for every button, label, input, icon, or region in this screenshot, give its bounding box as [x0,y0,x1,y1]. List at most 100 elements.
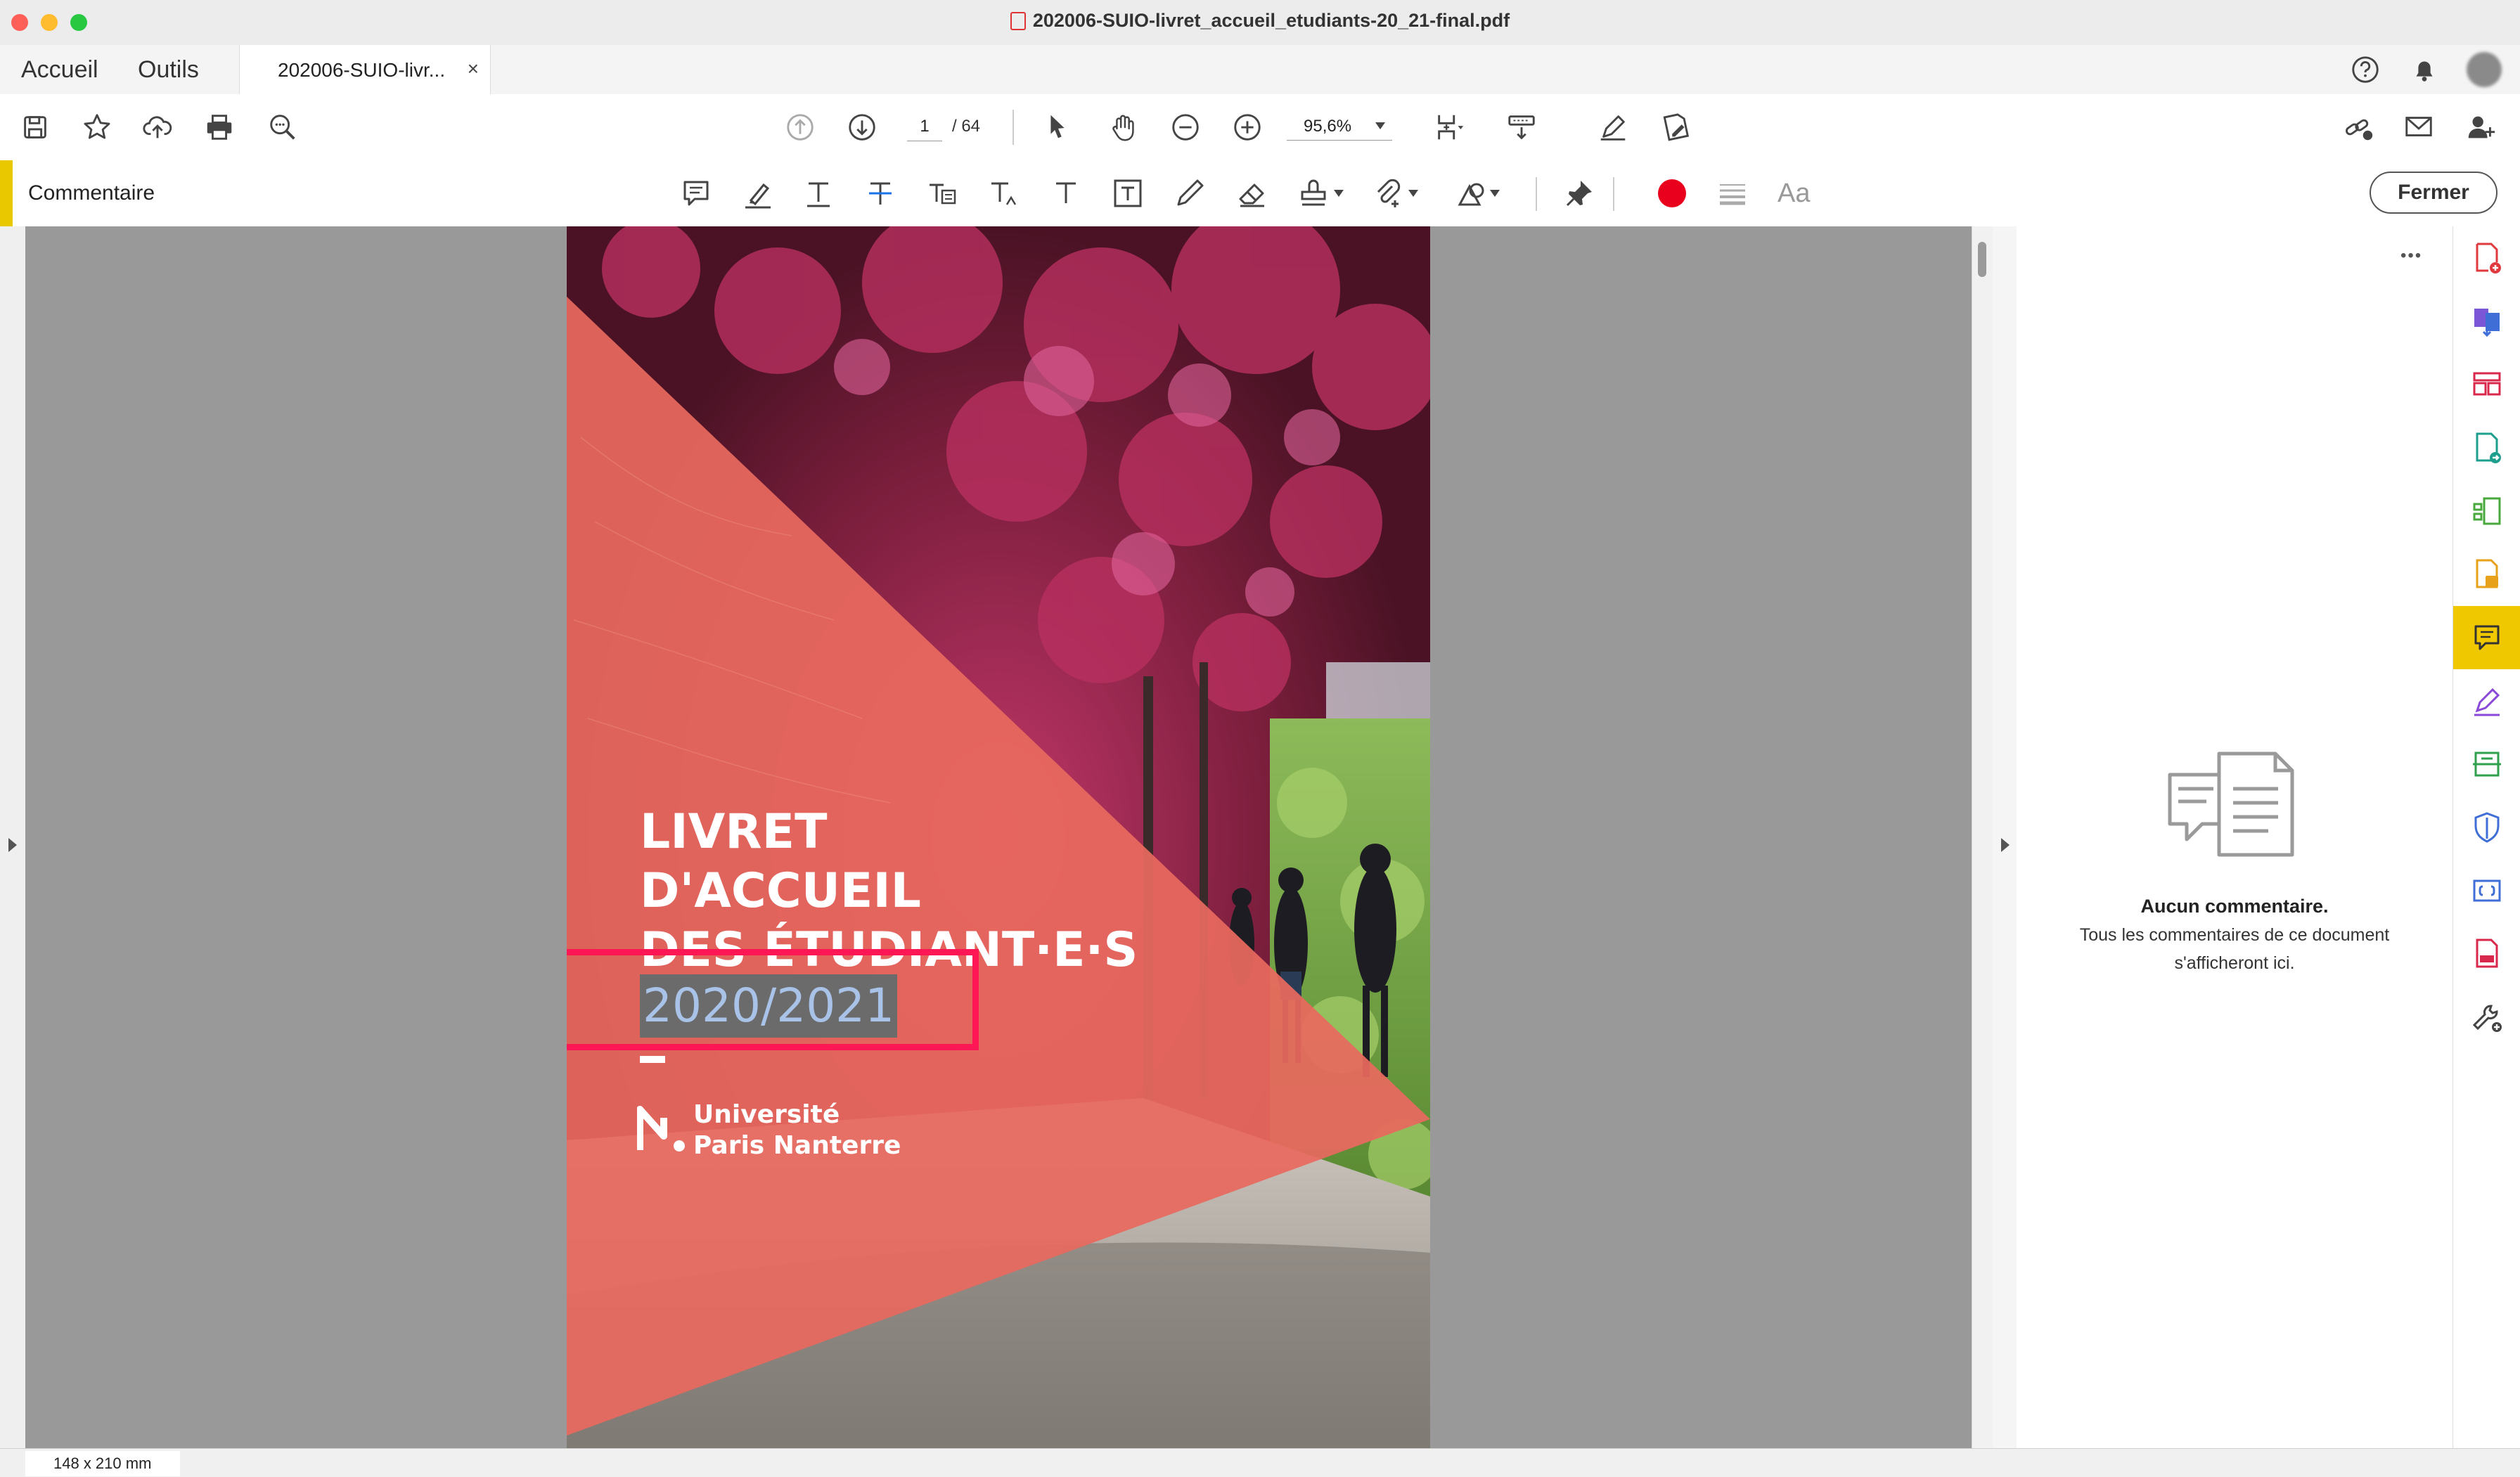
tab-document[interactable]: 202006-SUIO-livr... × [239,45,491,95]
print-icon[interactable] [200,108,239,147]
pdf-file-icon [1010,12,1026,30]
chevron-down-icon [1375,122,1385,129]
protect-icon[interactable] [2453,796,2520,859]
insert-text-icon[interactable] [983,172,1025,214]
tab-tools[interactable]: Outils [138,45,199,94]
zoom-value: 95,6% [1304,117,1352,136]
nanterre-logo-icon [636,1106,685,1152]
hand-icon[interactable] [1104,108,1143,147]
organize-pages-icon[interactable] [2453,353,2520,416]
page-up-icon[interactable] [780,108,820,147]
scrollbar-thumb[interactable] [1978,242,1986,277]
underline-text-icon[interactable] [797,172,840,214]
fit-page-icon[interactable] [1430,108,1470,147]
comment-divider [1536,177,1537,211]
comment-toolbar: Commentaire Aa Fermer [0,160,2520,227]
stamp-dropdown-icon[interactable] [1332,172,1346,214]
empty-comments-title: Aucun commentaire. [2140,896,2329,917]
edit-pdf-icon[interactable] [1657,108,1696,147]
close-tab-icon[interactable]: × [468,58,479,80]
highlight-icon[interactable] [737,172,779,214]
pencil-icon[interactable] [1169,172,1211,214]
vertical-scrollbar[interactable] [1972,226,1993,1448]
eraser-icon[interactable] [1230,172,1273,214]
attach-icon[interactable] [1367,172,1409,214]
stamp-icon[interactable] [1292,172,1335,214]
page-total: / 64 [952,117,981,136]
notifications-icon[interactable] [2405,50,2444,89]
empty-comments-line-1: Tous les commentaires de ce document [2079,925,2390,945]
comment-divider-2 [1613,177,1614,211]
font-properties-label[interactable]: Aa [1778,179,1810,209]
university-line-1: Université [693,1100,840,1129]
right-panel-toggle[interactable] [1993,226,2017,1448]
comments-panel: ••• Aucun commentaire. Tous les commenta… [2017,226,2452,1476]
combine-icon[interactable] [2453,290,2520,353]
fill-sign-icon[interactable] [2453,669,2520,733]
scan-icon[interactable] [2453,733,2520,796]
text-comment-icon[interactable] [1045,172,1087,214]
cover-dash [640,1056,665,1063]
page-number-input[interactable]: 1 [907,112,942,141]
highlight-box [567,949,979,1050]
left-panel-toggle[interactable] [0,226,26,1448]
main-toolbar [0,94,2520,161]
save-icon[interactable] [15,108,55,147]
empty-comments-line-2: s'afficheront ici. [2174,953,2295,973]
help-icon[interactable] [2346,50,2385,89]
cover-title-line-1: LIVRET [640,804,828,860]
page-size-label: 148 x 210 mm [25,1451,180,1476]
color-dot-icon[interactable] [1651,172,1693,214]
title-bar: 202006-SUIO-livret_accueil_etudiants-20_… [0,0,2520,46]
strikethrough-icon[interactable] [859,172,901,214]
zoom-select[interactable]: 95,6% [1287,112,1392,141]
line-weight-icon[interactable] [1711,172,1754,214]
edit-doc-icon[interactable] [2453,543,2520,606]
collapse-right-icon[interactable] [2001,838,2010,852]
tab-document-label: 202006-SUIO-livr... [278,59,446,81]
sign-icon[interactable] [1593,108,1633,147]
star-icon[interactable] [77,108,117,147]
scroll-mode-icon[interactable] [1502,108,1541,147]
text-box-icon[interactable] [1107,172,1149,214]
shapes-dropdown-icon[interactable] [1488,172,1502,214]
create-pdf-icon[interactable] [2453,226,2520,290]
university-line-2: Paris Nanterre [693,1131,901,1160]
avatar[interactable] [2467,52,2502,87]
mail-icon[interactable] [2399,108,2438,147]
redact-icon[interactable] [2453,859,2520,922]
tools-rail [2452,226,2520,1476]
add-user-icon[interactable] [2461,108,2500,147]
attach-dropdown-icon[interactable] [1406,172,1420,214]
university-name: Université Paris Nanterre [693,1099,901,1161]
tab-home[interactable]: Accueil [21,45,98,94]
export-pdf-icon[interactable] [2453,416,2520,479]
shapes-icon[interactable] [1450,172,1492,214]
close-comment-button[interactable]: Fermer [2370,172,2498,214]
zoom-in-icon[interactable] [1228,108,1267,147]
pin-icon[interactable] [1558,172,1600,214]
find-icon[interactable] [263,108,302,147]
cover-title-line-2: D'ACCUEIL [640,863,921,919]
share-link-icon[interactable] [2339,108,2378,147]
replace-text-icon[interactable] [921,172,963,214]
sticky-note-icon[interactable] [675,172,717,214]
page-down-icon[interactable] [842,108,882,147]
zoom-out-icon[interactable] [1166,108,1205,147]
window-title: 202006-SUIO-livret_accueil_etudiants-20_… [0,10,2520,32]
compress-icon[interactable] [2453,479,2520,543]
select-arrow-icon[interactable] [1038,108,1077,147]
more-tools-icon[interactable] [2453,986,2520,1049]
university-logo [636,1104,686,1159]
status-bar [0,1448,2520,1477]
more-options-icon[interactable]: ••• [2400,246,2422,266]
upload-cloud-icon[interactable] [138,108,177,147]
tab-bar: Accueil Outils 202006-SUIO-livr... × [0,45,2520,95]
print-production-icon[interactable] [2453,922,2520,986]
window-title-text: 202006-SUIO-livret_accueil_etudiants-20_… [1032,10,1510,31]
pdf-page[interactable]: LIVRET D'ACCUEIL DES ÉTUDIANT·E·S 2020/2… [567,226,1430,1448]
empty-comments-icon [2168,752,2294,857]
comment-icon[interactable] [2453,606,2520,669]
toolbar-divider [1012,110,1014,145]
expand-left-icon[interactable] [8,838,17,852]
